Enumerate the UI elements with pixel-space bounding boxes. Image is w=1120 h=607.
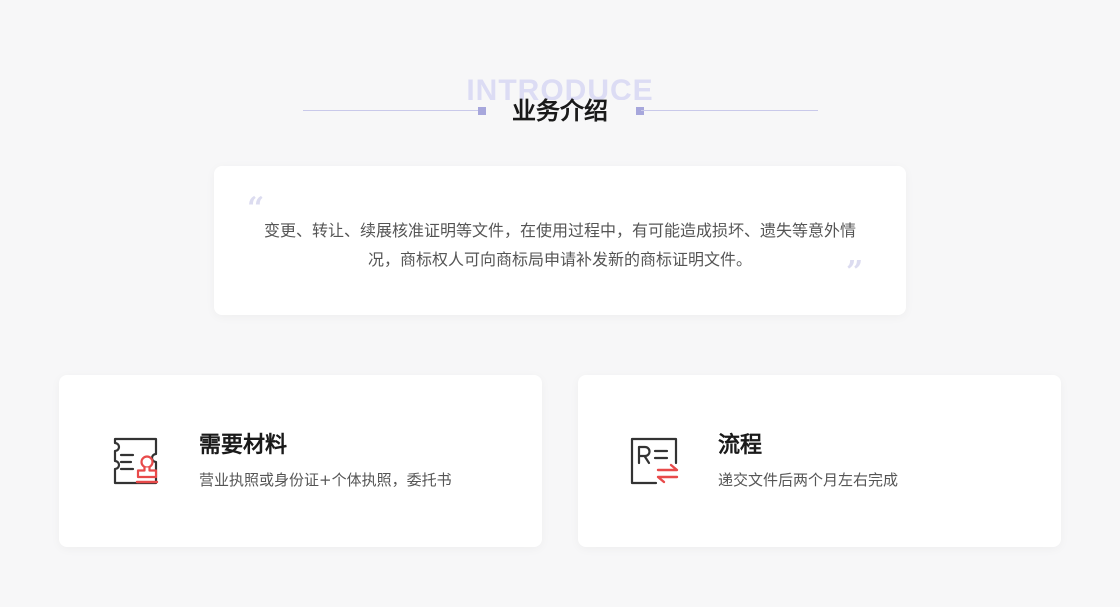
process-desc: 递交文件后两个月左右完成 [718, 471, 899, 489]
close-quote-icon: ” [846, 255, 864, 290]
process-card: 流程 递交文件后两个月左右完成 [578, 375, 1061, 547]
intro-card: “ 变更、转让、续展核准证明等文件，在使用过程中，有可能造成损坏、遗失等意外情况… [214, 166, 906, 315]
section-header: INTRODUCE 业务介绍 [0, 74, 1120, 134]
materials-card: 需要材料 营业执照或身份证+个体执照，委托书 [59, 375, 542, 547]
process-title: 流程 [718, 433, 763, 458]
header-divider-right [641, 110, 818, 111]
materials-desc: 营业执照或身份证+个体执照，委托书 [199, 471, 452, 489]
registered-exchange-icon [626, 433, 682, 489]
header-square-right [636, 107, 644, 115]
materials-title: 需要材料 [199, 433, 288, 458]
intro-text: 变更、转让、续展核准证明等文件，在使用过程中，有可能造成损坏、遗失等意外情况，商… [263, 221, 856, 269]
document-stamp-icon [107, 433, 163, 489]
section-title: 业务介绍 [512, 97, 608, 125]
